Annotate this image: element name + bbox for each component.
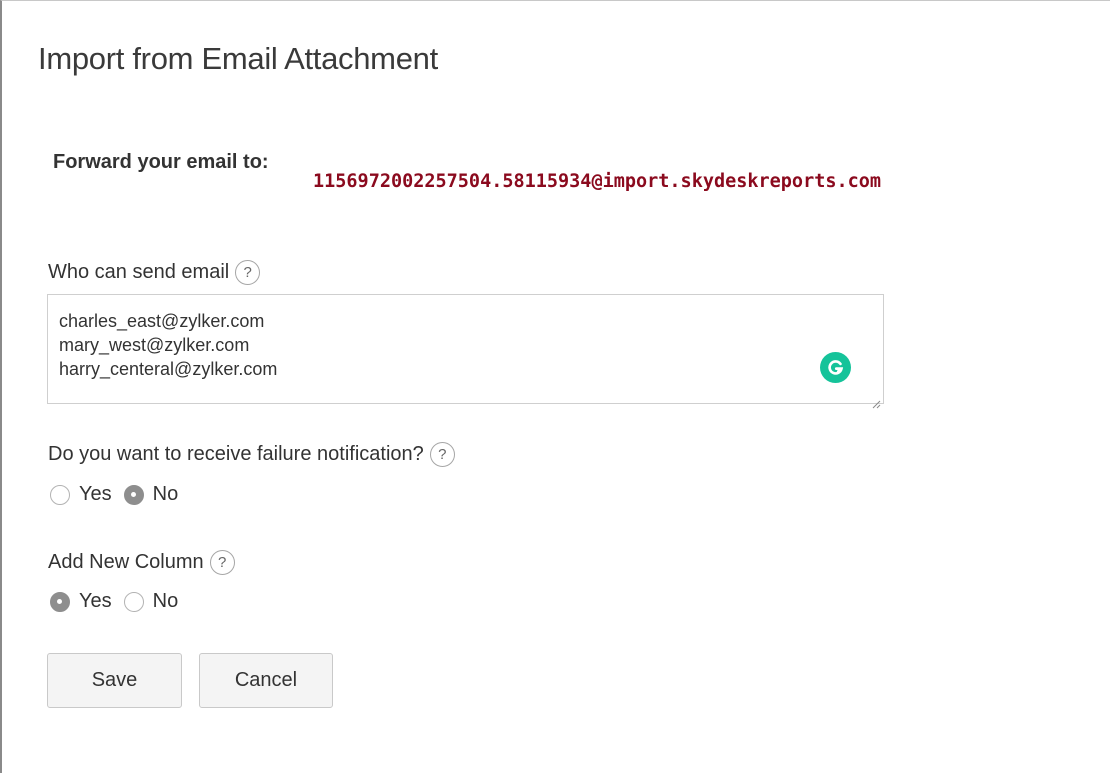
cancel-button[interactable]: Cancel bbox=[199, 653, 333, 708]
sender-email: mary_west@zylker.com bbox=[59, 335, 250, 355]
failure-notification-label-row: Do you want to receive failure notificat… bbox=[48, 442, 455, 467]
dialog-frame: Import from Email Attachment Forward you… bbox=[0, 0, 1110, 773]
senders-label-row: Who can send email ? bbox=[48, 260, 261, 285]
add-new-column-yes-radio[interactable] bbox=[50, 591, 70, 612]
dialog-title: Import from Email Attachment bbox=[38, 41, 438, 76]
add-new-column-no-radio[interactable] bbox=[123, 591, 144, 612]
senders-label: Who can send email bbox=[48, 261, 230, 283]
radio-label: No bbox=[152, 590, 179, 612]
failure-notification-no-radio[interactable] bbox=[123, 484, 144, 505]
help-icon[interactable]: ? bbox=[429, 442, 455, 467]
failure-notification-options: Yes No bbox=[50, 483, 190, 506]
failure-notification-label: Do you want to receive failure notificat… bbox=[48, 443, 424, 465]
forward-address: 1156972002257504.58115934@import.skydesk… bbox=[313, 171, 882, 192]
add-new-column-options: Yes No bbox=[50, 590, 190, 613]
help-icon[interactable]: ? bbox=[209, 550, 235, 575]
radio-label: No bbox=[152, 483, 179, 505]
radio-label: Yes bbox=[79, 483, 112, 505]
save-button[interactable]: Save bbox=[47, 653, 182, 708]
add-new-column-label-row: Add New Column ? bbox=[48, 550, 235, 575]
grammarly-icon[interactable] bbox=[820, 352, 851, 383]
add-new-column-label: Add New Column bbox=[48, 551, 204, 573]
sender-email: charles_east@zylker.com bbox=[59, 311, 265, 331]
radio-label: Yes bbox=[79, 590, 112, 612]
sender-email: harry_centeral@zylker.com bbox=[59, 359, 278, 379]
failure-notification-yes-radio[interactable] bbox=[50, 484, 70, 505]
senders-textarea[interactable]: charles_east@zylker.com mary_west@zylker… bbox=[47, 294, 884, 409]
help-icon[interactable]: ? bbox=[235, 260, 261, 285]
forward-label: Forward your email to: bbox=[53, 151, 269, 173]
resize-grip-icon[interactable] bbox=[871, 391, 881, 409]
